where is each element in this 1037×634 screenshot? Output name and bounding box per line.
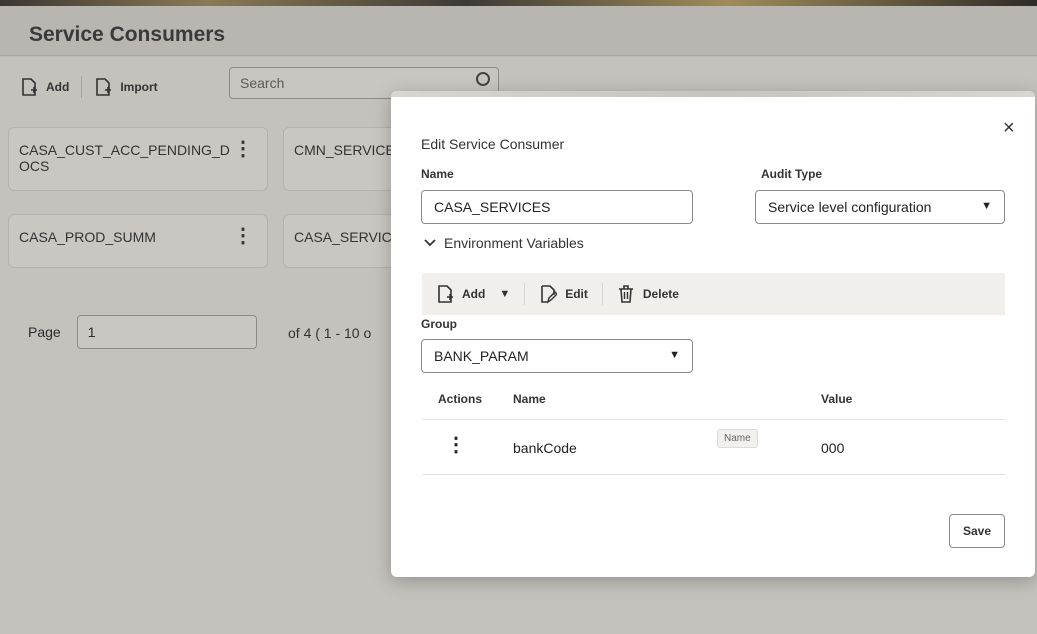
audit-type-value: Service level configuration [768,199,932,215]
kebab-menu-icon[interactable]: ⋮ [233,139,253,159]
env-add-label: Add [462,287,486,301]
env-delete-label: Delete [642,287,679,301]
page-number-input[interactable]: 1 [76,315,257,349]
audit-type-select[interactable]: Service level configuration ▼ [755,190,1005,224]
add-button-label: Add [46,80,70,94]
add-document-icon [438,285,453,303]
card-label: CASA_SERVIC [294,229,392,245]
page-number-value: 1 [87,324,96,340]
column-header-name: Name [513,392,546,406]
page-label: Page [28,324,61,340]
import-document-icon [96,78,112,96]
env-add-button[interactable]: Add ▼ [422,279,524,309]
close-icon[interactable]: × [1003,117,1015,140]
caret-down-icon[interactable]: ▼ [499,288,510,300]
audit-type-label: Audit Type [761,167,823,181]
chevron-down-icon: ▼ [669,349,680,361]
service-card[interactable]: CASA_PROD_SUMM ⋮ [8,214,268,268]
card-label: CASA_CUST_ACC_PENDING_D OCS [19,142,230,174]
edit-service-consumer-dialog: × Edit Service Consumer Name CASA_SERVIC… [391,91,1035,577]
env-edit-button[interactable]: Edit [525,279,602,309]
page-count-text: of 4 ( 1 - 10 o [288,325,372,341]
save-button[interactable]: Save [949,514,1005,548]
dialog-header-band [391,91,1035,97]
add-document-icon [22,78,37,96]
edit-document-icon [541,285,558,304]
pagination: Page 1 [28,315,257,349]
main-toolbar: Add Import [8,69,170,105]
tooltip: Name [717,429,758,448]
dialog-title: Edit Service Consumer [421,136,565,152]
card-label: CMN_SERVICE [294,142,395,158]
search-icon[interactable] [476,72,490,86]
row-value: 000 [821,440,845,456]
environment-variables-label: Environment Variables [444,235,584,251]
env-delete-button[interactable]: Delete [603,279,693,309]
env-edit-label: Edit [565,287,588,301]
add-button[interactable]: Add [8,72,81,102]
row-name: bankCode [513,440,577,456]
column-header-actions: Actions [438,392,483,406]
service-card[interactable]: CASA_CUST_ACC_PENDING_D OCS ⋮ [8,127,268,191]
trash-icon [618,285,633,303]
table-divider [422,474,1005,475]
chevron-down-icon: ▼ [981,200,992,212]
page-title: Service Consumers [29,23,226,46]
group-value: BANK_PARAM [434,348,529,364]
table-divider [422,419,1005,420]
chevron-down-icon [424,239,436,247]
column-header-value: Value [821,392,853,406]
name-field[interactable]: CASA_SERVICES [421,190,693,224]
card-label: CASA_PROD_SUMM [19,229,156,245]
environment-toolbar: Add ▼ Edit Delete [422,273,1005,315]
row-actions-menu-icon[interactable]: ⋮ [446,432,466,457]
name-label: Name [421,167,454,181]
group-select[interactable]: BANK_PARAM ▼ [421,339,693,373]
search-placeholder: Search [240,75,285,91]
import-button-label: Import [120,80,158,94]
kebab-menu-icon[interactable]: ⋮ [233,226,253,246]
name-field-value: CASA_SERVICES [434,199,551,215]
import-button[interactable]: Import [82,72,169,102]
page-header: Service Consumers [0,6,1037,56]
group-label: Group [421,317,457,331]
environment-variables-toggle[interactable]: Environment Variables [424,235,584,251]
